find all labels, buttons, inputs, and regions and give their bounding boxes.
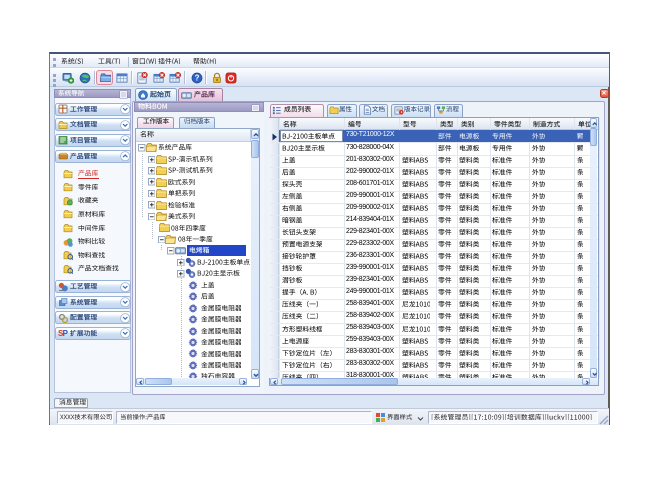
svg-text:P: P <box>62 329 67 338</box>
svg-text:?: ? <box>194 74 199 83</box>
